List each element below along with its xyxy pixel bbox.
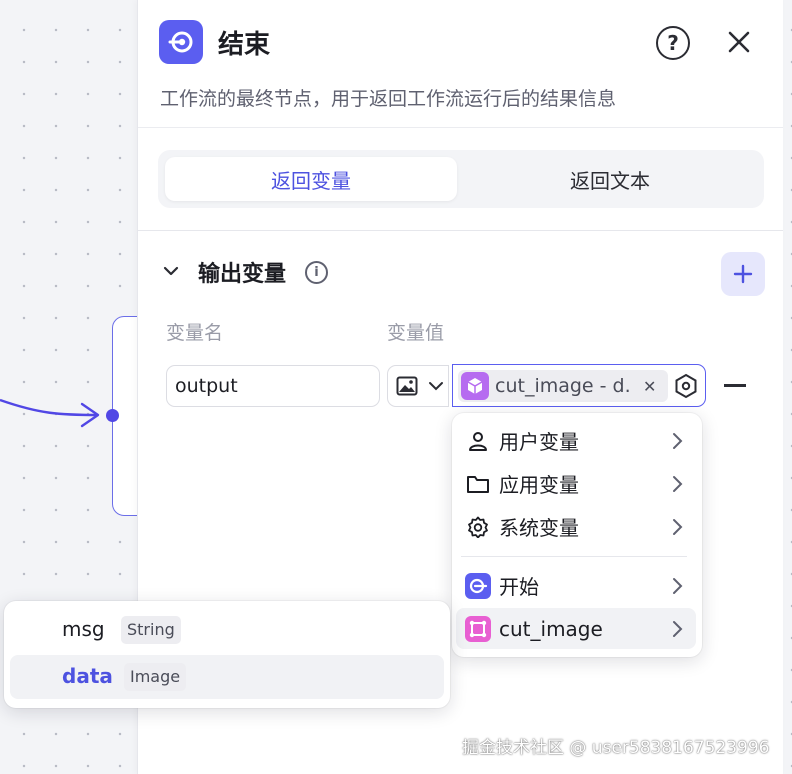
- menu-item-start-node[interactable]: 开始: [456, 565, 696, 606]
- menu-item-label: 用户变量: [499, 430, 579, 454]
- plus-icon: [733, 264, 753, 284]
- menu-item-label: 开始: [499, 575, 539, 599]
- chevron-right-icon: [673, 476, 683, 492]
- panel-description: 工作流的最终节点，用于返回工作流运行后的结果信息: [160, 88, 617, 110]
- column-header-name: 变量名: [166, 322, 224, 344]
- cube-icon: [461, 372, 489, 400]
- image-icon: [396, 376, 418, 396]
- user-icon: [465, 428, 491, 454]
- folder-icon: [465, 471, 491, 497]
- chevron-right-icon: [673, 578, 683, 594]
- menu-item-user-variables[interactable]: 用户变量: [456, 420, 696, 461]
- menu-item-system-variables[interactable]: 系统变量: [456, 506, 696, 547]
- output-name: msg: [62, 617, 105, 641]
- chevron-down-icon: [429, 382, 443, 391]
- output-type-badge: Image: [124, 663, 187, 691]
- crop-node-icon: [465, 615, 491, 642]
- variable-settings-icon[interactable]: [671, 371, 701, 401]
- menu-item-cut-image[interactable]: cut_image: [456, 608, 696, 649]
- node-input-port[interactable]: [106, 409, 119, 422]
- add-variable-button[interactable]: [721, 252, 765, 296]
- chevron-right-icon: [673, 519, 683, 535]
- watermark: 掘金技术社区 @ user5838167523996: [462, 738, 770, 758]
- chevron-right-icon: [673, 433, 683, 449]
- start-node-icon: [465, 572, 491, 599]
- output-item-msg[interactable]: msg String: [10, 608, 444, 652]
- output-type-badge: String: [121, 616, 181, 644]
- divider: [138, 230, 783, 231]
- chevron-down-icon[interactable]: [162, 262, 180, 280]
- variable-source-menu: 用户变量 应用变量 系统变量 开始 cut_image: [452, 413, 702, 657]
- variable-reference-chip: cut_image - d. ✕: [458, 370, 668, 402]
- gear-icon: [465, 514, 491, 540]
- output-section-title: 输出变量: [198, 262, 287, 287]
- menu-item-label: 系统变量: [499, 516, 579, 540]
- menu-item-label: cut_image: [499, 616, 603, 641]
- return-mode-tabs: 返回变量 返回文本: [158, 150, 764, 208]
- node-outputs-popup: msg String data Image: [4, 601, 450, 708]
- close-icon[interactable]: [722, 24, 756, 60]
- output-item-data[interactable]: data Image: [10, 655, 444, 699]
- end-node-icon: [159, 20, 203, 64]
- question-circle-icon[interactable]: ?: [656, 26, 690, 60]
- panel-header: 结束 ? 工作流的最终节点，用于返回工作流运行后的结果信息: [138, 0, 783, 128]
- menu-item-label: 应用变量: [499, 473, 579, 497]
- variable-value-field[interactable]: cut_image - d. ✕: [452, 364, 706, 407]
- variable-name-input[interactable]: [166, 365, 380, 407]
- remove-row-button[interactable]: [724, 384, 746, 387]
- info-icon[interactable]: i: [305, 261, 328, 284]
- column-header-value: 变量值: [387, 322, 445, 344]
- chip-label: cut_image - d.: [495, 375, 631, 397]
- output-name: data: [62, 664, 113, 688]
- chevron-right-icon: [673, 621, 683, 637]
- type-select[interactable]: [387, 365, 449, 407]
- panel-title: 结束: [218, 30, 271, 60]
- tab-return-variables[interactable]: 返回变量: [165, 157, 457, 201]
- tab-return-text[interactable]: 返回文本: [464, 157, 756, 201]
- remove-chip-icon[interactable]: ✕: [643, 377, 656, 396]
- menu-item-app-variables[interactable]: 应用变量: [456, 463, 696, 504]
- menu-separator: [461, 556, 687, 557]
